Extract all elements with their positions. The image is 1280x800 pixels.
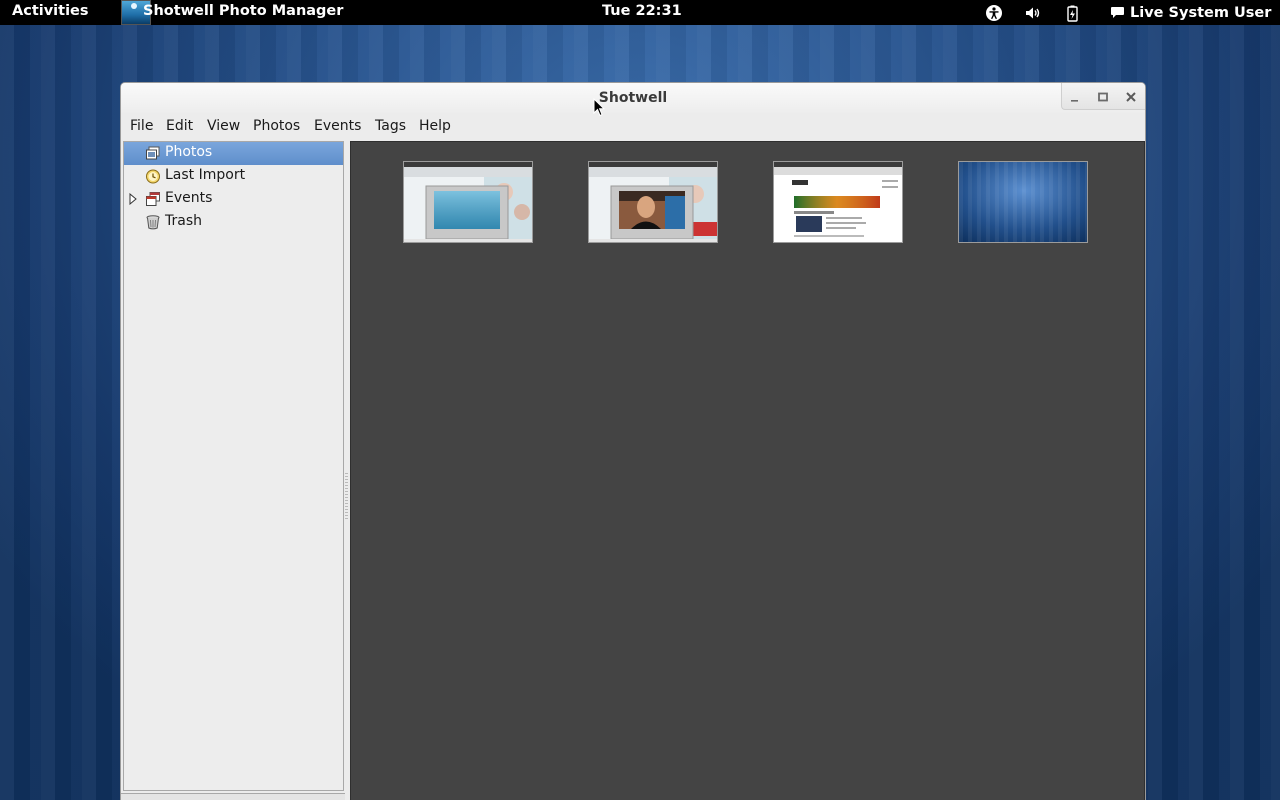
close-icon xyxy=(1126,92,1136,102)
sidebar-bottom-pane xyxy=(121,793,345,800)
sidebar-item-last-import[interactable]: Last Import xyxy=(124,165,343,188)
sidebar-item-label: Trash xyxy=(165,213,202,229)
clock-button[interactable]: Tue 22:31 xyxy=(602,3,682,19)
minimize-icon xyxy=(1071,100,1078,102)
sidebar-item-trash[interactable]: Trash xyxy=(124,211,343,234)
menu-help[interactable]: Help xyxy=(419,118,451,134)
sidebar-item-photos[interactable]: Photos xyxy=(124,142,343,165)
top-panel: Activities Shotwell Photo Manager Tue 22… xyxy=(0,0,1280,25)
photos-icon xyxy=(145,145,161,161)
mouse-cursor-icon xyxy=(593,98,605,117)
user-menu[interactable]: Live System User xyxy=(1110,0,1271,25)
maximize-icon xyxy=(1098,92,1108,102)
title-bar[interactable]: Shotwell xyxy=(121,83,1145,113)
photo-grid xyxy=(350,141,1145,800)
window-title: Shotwell xyxy=(598,90,668,106)
sidebar-item-label: Photos xyxy=(165,144,213,160)
accessibility-icon[interactable] xyxy=(985,4,1003,22)
photo-thumbnail[interactable] xyxy=(773,161,903,243)
shotwell-window: Shotwell File Edit View Photos Events Ta… xyxy=(120,82,1146,800)
close-button[interactable] xyxy=(1123,89,1139,105)
menu-view[interactable]: View xyxy=(207,118,240,134)
photo-thumbnail[interactable] xyxy=(588,161,718,243)
minimize-button[interactable] xyxy=(1067,89,1083,105)
battery-icon[interactable] xyxy=(1063,4,1081,22)
menu-tags[interactable]: Tags xyxy=(375,118,406,134)
sidebar-item-label: Last Import xyxy=(165,167,246,183)
window-controls xyxy=(1061,83,1145,110)
user-name: Live System User xyxy=(1130,4,1272,21)
last-import-icon xyxy=(145,168,161,184)
sidebar: Photos Last Import Events Trash xyxy=(123,141,344,791)
menu-events[interactable]: Events xyxy=(314,118,361,134)
activities-button[interactable]: Activities xyxy=(12,3,89,19)
volume-icon[interactable] xyxy=(1024,4,1042,22)
trash-icon xyxy=(145,214,161,230)
chat-icon xyxy=(1111,6,1124,18)
menu-photos[interactable]: Photos xyxy=(253,118,300,134)
pane-resize-handle[interactable] xyxy=(345,473,348,521)
app-menu-button[interactable]: Shotwell Photo Manager xyxy=(143,3,343,19)
sidebar-item-label: Events xyxy=(165,190,213,206)
photo-thumbnail[interactable] xyxy=(958,161,1088,243)
sidebar-item-events[interactable]: Events xyxy=(124,188,343,211)
menu-bar: File Edit View Photos Events Tags Help xyxy=(121,114,1145,139)
menu-edit[interactable]: Edit xyxy=(166,118,193,134)
photo-thumbnail[interactable] xyxy=(403,161,533,243)
menu-file[interactable]: File xyxy=(130,118,153,134)
events-icon xyxy=(145,191,161,207)
maximize-button[interactable] xyxy=(1095,89,1111,105)
expand-arrow-icon[interactable] xyxy=(128,192,138,206)
